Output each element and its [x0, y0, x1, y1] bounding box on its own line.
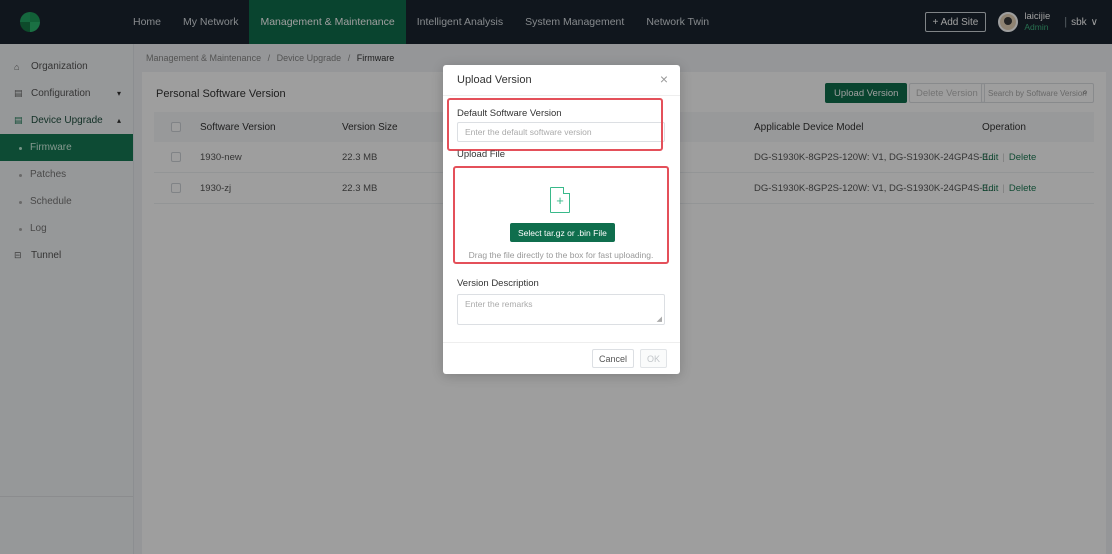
dialog-footer-divider: [443, 342, 680, 343]
cancel-button[interactable]: Cancel: [592, 349, 635, 368]
description-label: Version Description: [457, 278, 539, 289]
close-icon[interactable]: ×: [660, 71, 668, 87]
highlight-default-version: [447, 98, 663, 151]
resize-handle-icon[interactable]: ◢: [657, 315, 662, 323]
ok-button[interactable]: OK: [640, 349, 668, 368]
select-file-button[interactable]: Select tar.gz or .bin File: [510, 223, 615, 242]
dialog-divider: [443, 95, 680, 96]
drag-hint: Drag the file directly to the box for fa…: [468, 250, 654, 260]
upload-version-dialog: Upload Version × Default Software Versio…: [443, 65, 680, 374]
dialog-title: Upload Version: [457, 74, 532, 86]
description-textarea[interactable]: Enter the remarks ◢: [457, 294, 665, 325]
upload-file-label: Upload File: [457, 149, 506, 160]
description-placeholder: Enter the remarks: [465, 299, 533, 309]
file-add-icon: +: [550, 187, 570, 213]
